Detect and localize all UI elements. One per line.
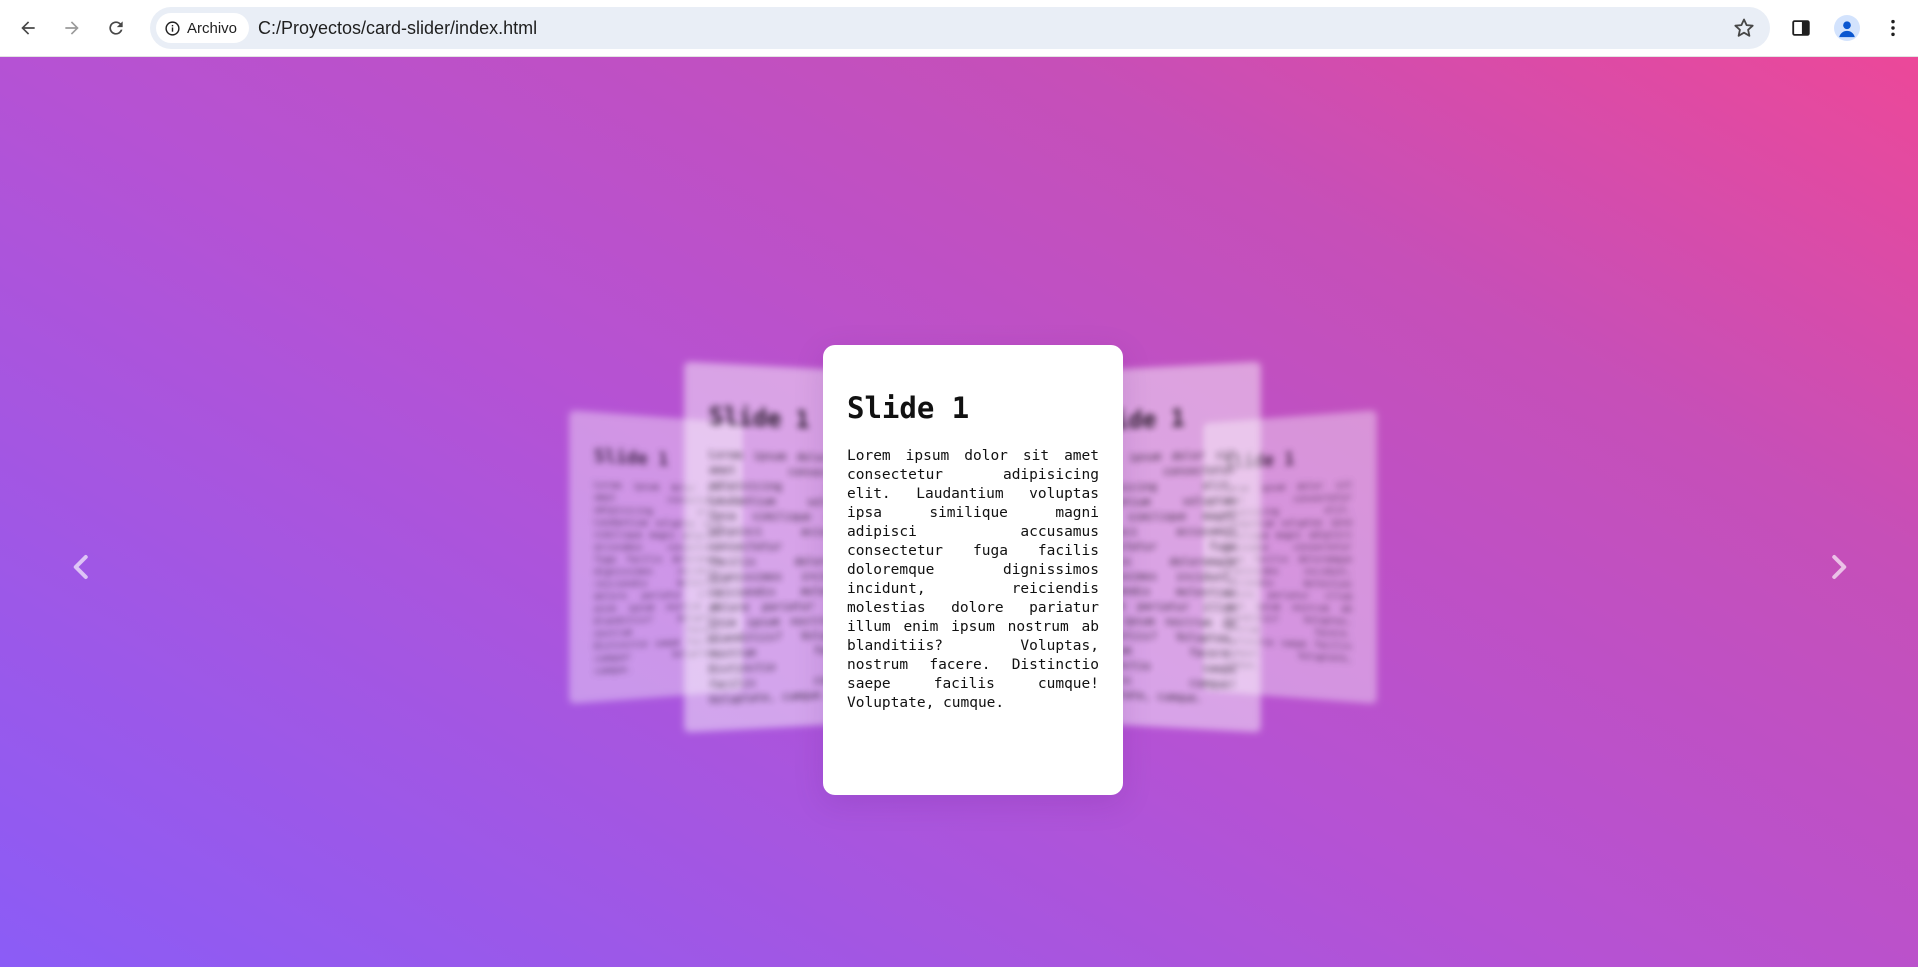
profile-button[interactable] bbox=[1832, 13, 1862, 43]
info-icon bbox=[165, 20, 180, 36]
forward-button[interactable] bbox=[56, 12, 88, 44]
chevron-left-icon bbox=[73, 555, 88, 579]
arrow-right-icon bbox=[65, 21, 79, 35]
profile-icon bbox=[1834, 15, 1860, 41]
slide-card-active[interactable]: Slide 1 Lorem ipsum dolor sit amet conse… bbox=[823, 345, 1123, 795]
kebab-menu-icon bbox=[1891, 19, 1895, 37]
prev-slide-button[interactable] bbox=[62, 547, 102, 587]
arrow-left-icon bbox=[21, 21, 35, 35]
url-text[interactable]: C:/Proyectos/card-slider/index.html bbox=[258, 7, 537, 49]
reload-button[interactable] bbox=[100, 12, 132, 44]
star-icon[interactable] bbox=[1732, 16, 1756, 40]
side-panel-icon bbox=[1792, 20, 1810, 36]
chevron-right-icon bbox=[1832, 555, 1847, 579]
reload-icon bbox=[109, 21, 123, 35]
back-button[interactable] bbox=[12, 12, 44, 44]
page-background: Slide 1 Lorem ipsum dolor sit amet conse… bbox=[0, 57, 1918, 967]
slide-title: Slide 1 bbox=[847, 391, 970, 425]
site-info-chip[interactable]: Archivo bbox=[156, 13, 250, 43]
menu-button[interactable] bbox=[1878, 13, 1908, 43]
address-bar[interactable]: Archivo C:/Proyectos/card-slider/index.h… bbox=[150, 7, 1770, 49]
next-slide-button[interactable] bbox=[1818, 547, 1858, 587]
browser-toolbar: Archivo C:/Proyectos/card-slider/index.h… bbox=[0, 0, 1918, 57]
slide-text: Lorem ipsum dolor sit amet consectetur a… bbox=[847, 448, 1099, 711]
security-label: Archivo bbox=[187, 19, 238, 37]
side-panel-button[interactable] bbox=[1786, 13, 1816, 43]
